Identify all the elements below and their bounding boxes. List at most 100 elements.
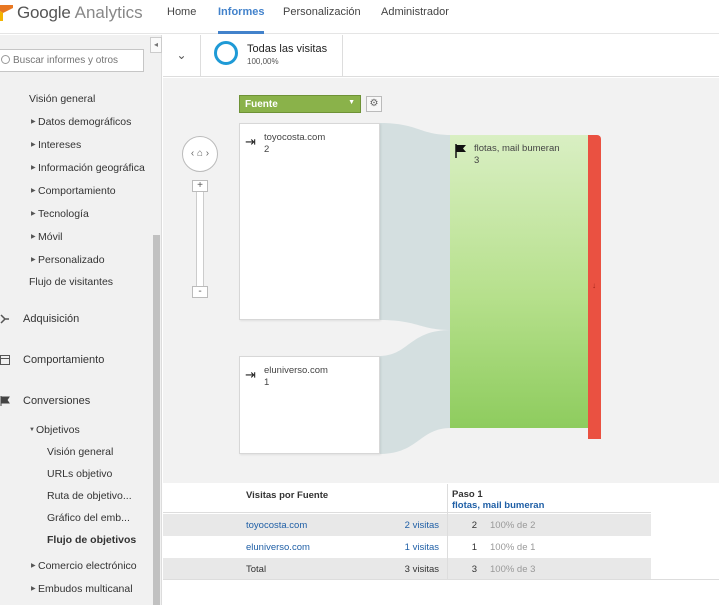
table-column-divider <box>447 484 448 579</box>
collapse-icon: ▼ <box>29 427 35 433</box>
settings-gear-button[interactable]: ⚙ <box>366 96 382 112</box>
sidebar-scrollbar[interactable] <box>153 235 160 605</box>
sidebar-item-goal-flow[interactable]: Flujo de objetivos <box>47 534 136 546</box>
sidebar-item-label: Información geográfica <box>38 162 145 174</box>
segment-percent: 100,00% <box>247 57 279 66</box>
behavior-icon <box>0 355 10 365</box>
nav-customization[interactable]: Personalización <box>283 6 361 18</box>
sidebar-item-custom[interactable]: ▶ Personalizado <box>31 254 105 266</box>
acquisition-icon <box>0 314 9 324</box>
sidebar-section-conversions[interactable]: Conversiones <box>23 395 90 407</box>
row-count: 2 <box>471 520 477 531</box>
expand-icon: ▶ <box>31 586 36 592</box>
row-source[interactable]: eluniverso.com <box>246 542 310 553</box>
sidebar-item-multichannel[interactable]: ▶ Embudos multicanal <box>31 583 133 595</box>
sidebar-item-funnel-viz[interactable]: Gráfico del emb... <box>47 512 130 524</box>
search-input[interactable] <box>13 53 139 68</box>
flow-connections <box>379 123 451 454</box>
brand-product: Analytics <box>74 3 143 22</box>
brand-google: Google <box>17 3 71 22</box>
expand-icon: ▶ <box>31 165 36 171</box>
row-visits: 3 visitas <box>404 564 439 575</box>
sidebar-item-goal-urls[interactable]: URLs objetivo <box>47 468 112 480</box>
source-node-toyocosta[interactable]: ⇥ toyocosta.com 2 <box>239 123 380 320</box>
sidebar-item-label: Personalizado <box>38 254 105 266</box>
pan-control[interactable]: ‹ ⌂ › <box>182 136 218 172</box>
chevron-down-icon: ⌄ <box>176 48 187 62</box>
sidebar-item-behavior[interactable]: ▶ Comportamiento <box>31 185 116 197</box>
table-row: eluniverso.com 1 visitas 1 100% de 1 <box>163 536 651 558</box>
sidebar-item-goals-overview[interactable]: Visión general <box>47 446 113 458</box>
segment-ring-icon <box>214 41 238 65</box>
row-source[interactable]: toyocosta.com <box>246 520 307 531</box>
sidebar-item-goals[interactable]: ▼Objetivos <box>29 424 80 436</box>
sidebar-item-audience-overview[interactable]: Visión general <box>29 93 95 105</box>
expand-icon: ▶ <box>31 234 36 240</box>
zoom-in-button[interactable]: + <box>192 180 208 192</box>
source-name: toyocosta.com <box>264 132 326 143</box>
sidebar-section-acquisition[interactable]: Adquisición <box>23 313 79 325</box>
expand-icon: ▶ <box>31 142 36 148</box>
row-visits[interactable]: 2 visitas <box>405 520 439 531</box>
row-count: 1 <box>471 542 477 553</box>
sidebar-item-label: Datos demográficos <box>38 116 132 128</box>
sidebar-item-visitors-flow[interactable]: Flujo de visitantes <box>29 276 113 288</box>
segment-divider <box>342 35 343 77</box>
sidebar-item-label: Móvil <box>38 231 63 243</box>
header-visits-by-source: Visitas por Fuente <box>246 490 329 501</box>
sidebar-item-demographics[interactable]: ▶ Datos demográficos <box>31 116 131 128</box>
row-source: Total <box>246 564 267 575</box>
sidebar-item-reverse-goal-path[interactable]: Ruta de objetivo... <box>47 490 132 502</box>
goal-name: flotas, mail bumeran <box>474 143 560 154</box>
search-box[interactable] <box>0 49 144 72</box>
expand-icon: ▶ <box>31 119 36 125</box>
goal-node[interactable] <box>450 135 590 428</box>
source-node-eluniverso[interactable]: ⇥ eluniverso.com 1 <box>239 356 380 454</box>
collapse-sidebar-button[interactable]: ◂ <box>150 37 162 53</box>
app-logo[interactable]: Google Analytics <box>0 0 143 26</box>
header-step: Paso 1 <box>452 489 483 500</box>
sidebar-item-technology[interactable]: ▶ Tecnología <box>31 208 89 220</box>
sidebar-item-geo[interactable]: ▶ Información geográfica <box>31 162 145 174</box>
goal-flag-icon <box>455 144 466 158</box>
flow-path-eluniverso <box>379 330 451 454</box>
segment-expand-button[interactable]: ⌄ <box>163 35 201 77</box>
row-percent: 100% de 1 <box>490 542 536 553</box>
sidebar-item-label: Tecnología <box>38 208 89 220</box>
row-percent: 100% de 2 <box>490 520 536 531</box>
segment-bar <box>163 35 719 77</box>
header-goal[interactable]: flotas, mail bumeran <box>452 500 544 511</box>
zoom-out-button[interactable]: - <box>192 286 208 298</box>
sidebar-section-behavior[interactable]: Comportamiento <box>23 354 104 366</box>
nav-home[interactable]: Home <box>167 6 196 18</box>
exit-arrow-icon: ↓ <box>592 281 596 290</box>
sidebar-item-label: Comercio electrónico <box>38 560 137 572</box>
home-pan-icon: ‹ ⌂ › <box>190 148 210 159</box>
expand-icon: ▶ <box>31 188 36 194</box>
goal-count: 3 <box>474 155 480 166</box>
expand-icon: ▶ <box>31 563 36 569</box>
analytics-logo-icon <box>0 5 13 21</box>
row-visits[interactable]: 1 visitas <box>405 542 439 553</box>
expand-icon: ▶ <box>31 211 36 217</box>
sidebar-item-ecommerce[interactable]: ▶ Comercio electrónico <box>31 560 137 572</box>
search-icon <box>1 55 10 64</box>
table-row-total: Total 3 visitas 3 100% de 3 <box>163 558 651 580</box>
nav-reports[interactable]: Informes <box>218 6 264 18</box>
source-name: eluniverso.com <box>264 365 328 376</box>
dimension-dropdown[interactable]: Fuente ▼ <box>239 95 361 113</box>
sidebar-item-interests[interactable]: ▶ Intereses <box>31 139 81 151</box>
source-count: 1 <box>264 377 270 388</box>
sidebar-item-label: Embudos multicanal <box>38 583 133 595</box>
active-tab-indicator <box>218 31 264 34</box>
bottom-divider <box>163 579 719 580</box>
sidebar-item-mobile[interactable]: ▶ Móvil <box>31 231 63 243</box>
gear-icon: ⚙ <box>369 98 379 109</box>
nav-admin[interactable]: Administrador <box>381 6 449 18</box>
expand-icon: ▶ <box>31 257 36 263</box>
row-percent: 100% de 3 <box>490 564 536 575</box>
zoom-slider-track[interactable] <box>196 184 204 294</box>
entrance-arrow-icon: ⇥ <box>245 134 256 149</box>
segment-name[interactable]: Todas las visitas <box>247 43 327 55</box>
source-count: 2 <box>264 144 270 155</box>
